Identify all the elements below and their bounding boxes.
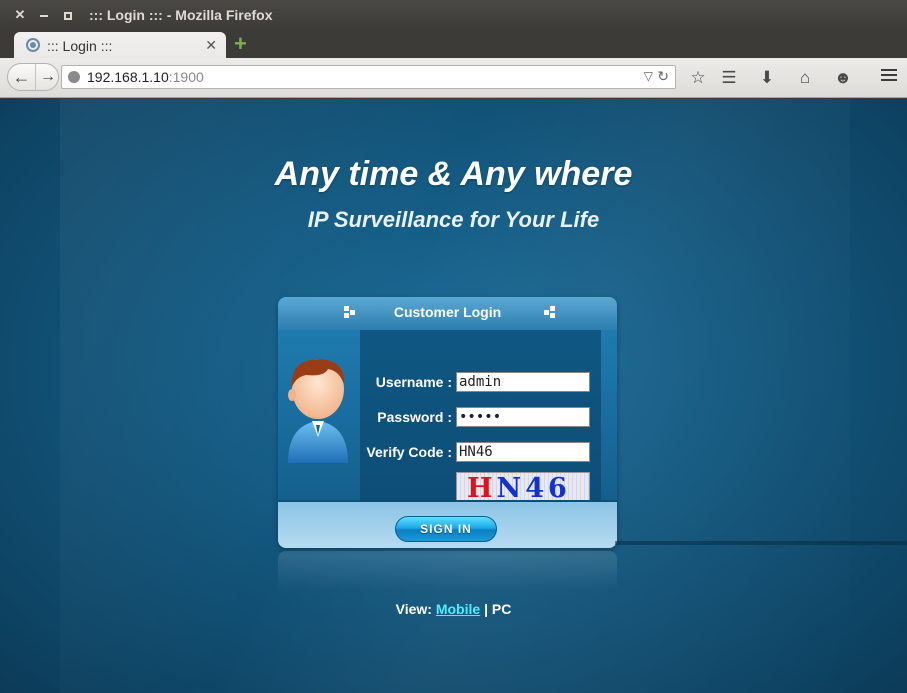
page-favicon-icon [26,38,40,52]
view-pc-label: PC [491,601,512,617]
login-panel-footer: SIGN IN [278,500,617,548]
minimize-icon [40,14,48,17]
forward-button[interactable]: → [37,64,59,90]
reload-icon[interactable]: ↻ [657,68,669,85]
new-tab-button[interactable]: + [234,33,247,55]
globe-icon [68,71,80,83]
page-headline: Any time & Any where [274,155,633,193]
url-port: :1900 [168,69,204,85]
tab-close-icon[interactable]: ✕ [205,37,217,54]
username-label: Username : [375,374,452,390]
page-content: Any time & Any where IP Surveillance for… [0,99,907,693]
back-button[interactable]: ← [8,64,36,90]
tab-label: ::: Login ::: [47,38,113,54]
smiley-icon[interactable]: ☻ [832,67,854,89]
page-subheadline: IP Surveillance for Your Life [307,207,600,232]
tab-strip: ::: Login ::: ✕ + [0,30,907,60]
window-maximize-button[interactable] [59,6,77,24]
back-forward-group: ← → [7,63,59,91]
password-input[interactable]: ••••• [456,407,590,427]
home-icon[interactable]: ⌂ [794,67,816,89]
login-panel-header: Customer Login [278,297,617,330]
reading-list-icon[interactable]: ☰ [718,67,740,89]
verify-code-input[interactable]: HN46 [456,442,590,462]
sign-in-button[interactable]: SIGN IN [395,516,497,542]
close-icon: ✕ [14,7,26,22]
arrow-left-icon: ← [12,67,31,87]
navigation-toolbar: ← → 192.168.1.10:1900 ▽ ↻ ☆ ☰ ⬇ ⌂ ☻ [0,58,907,98]
view-label: View: [395,601,432,617]
url-text[interactable]: 192.168.1.10:1900 [87,69,204,85]
view-switcher: View: Mobile | PC [0,601,907,617]
menu-icon[interactable] [881,69,897,84]
view-separator: | [484,601,488,617]
verify-code-label: Verify Code : [366,444,452,460]
url-history-dropdown-icon[interactable]: ▽ [644,69,653,83]
tab-login[interactable]: ::: Login ::: ✕ [14,32,226,60]
url-host: 192.168.1.10 [87,69,169,85]
decor-squares-icon [544,306,556,318]
user-avatar-icon [288,359,348,463]
decor-squares-icon [344,306,356,318]
login-panel-title: Customer Login [393,304,502,320]
url-bar[interactable]: 192.168.1.10:1900 ▽ ↻ [61,65,676,89]
panel-reflection [278,551,617,591]
arrow-right-icon: → [40,68,56,85]
window-title: ::: Login ::: - Mozilla Firefox [89,7,273,23]
download-icon[interactable]: ⬇ [756,67,778,89]
window-minimize-button[interactable] [35,6,53,24]
username-input[interactable]: admin [456,372,590,392]
star-icon[interactable]: ☆ [687,67,709,89]
window-titlebar: ✕ ::: Login ::: - Mozilla Firefox [0,0,907,30]
maximize-icon [64,11,72,20]
login-panel: Customer Login Username : admin Password… [278,297,617,548]
window-close-button[interactable]: ✕ [11,6,29,24]
password-label: Password : [377,409,452,425]
view-mobile-link[interactable]: Mobile [436,601,480,617]
